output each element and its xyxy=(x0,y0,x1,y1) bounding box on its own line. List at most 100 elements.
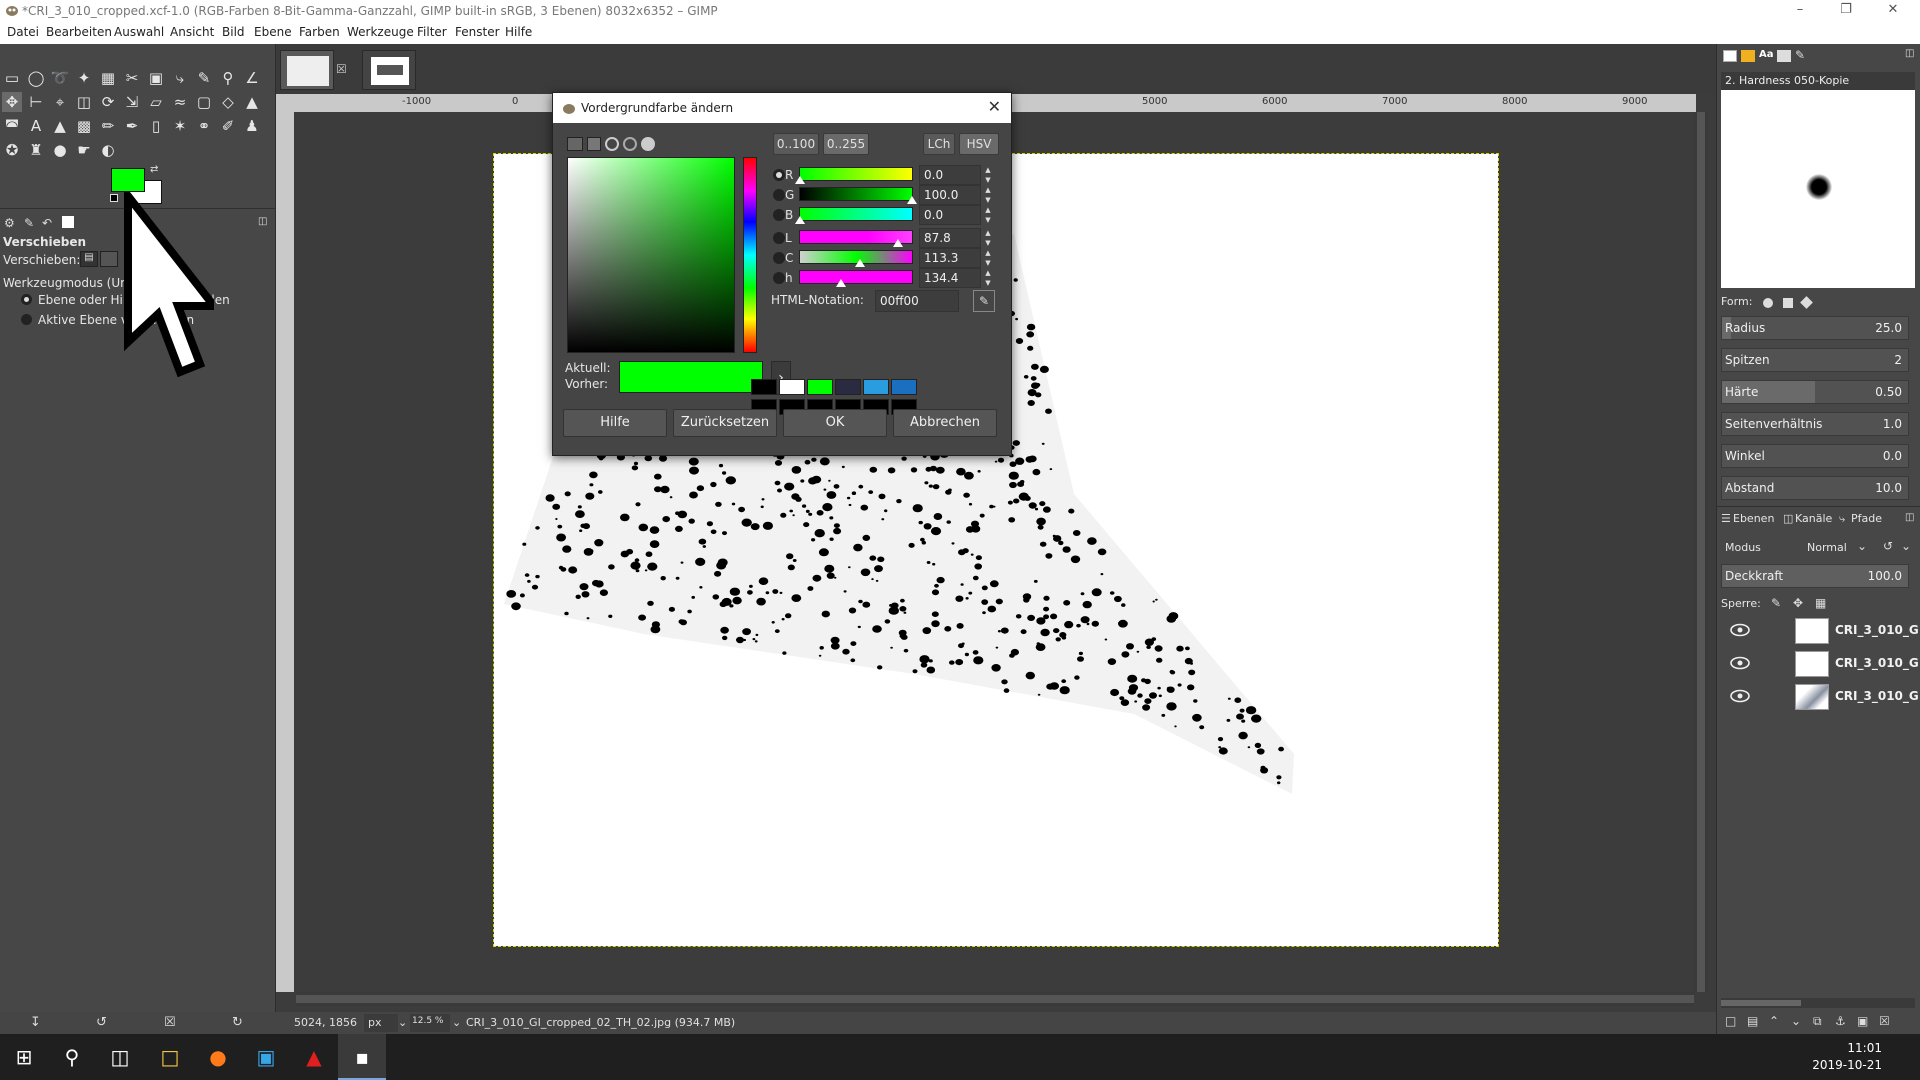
previous-color-preview[interactable] xyxy=(619,377,763,393)
bucket-fill-tool-icon[interactable]: ◚ xyxy=(2,116,22,136)
menu-bearbeiten[interactable]: Bearbeiten xyxy=(46,25,112,39)
perspective-tool-icon[interactable]: ▲ xyxy=(242,92,262,112)
menu-datei[interactable]: Datei xyxy=(7,25,39,39)
hardness-field[interactable]: Härte 0.50 xyxy=(1721,380,1909,404)
start-windows-icon[interactable]: ⊞ xyxy=(0,1034,48,1080)
mode-extra-chevron-icon[interactable]: ⌄ xyxy=(1901,539,1911,553)
radio-h[interactable] xyxy=(773,272,785,284)
history-swatch[interactable] xyxy=(751,379,777,395)
measure-tool-icon[interactable]: ∠ xyxy=(242,68,262,88)
cage-tool-icon[interactable]: ▢ xyxy=(194,92,214,112)
raise-layer-icon[interactable]: ⌃ xyxy=(1769,1014,1779,1028)
eyedropper-button-icon[interactable]: ✎ xyxy=(973,290,995,312)
ok-button[interactable]: OK xyxy=(783,409,887,437)
channel-bar[interactable] xyxy=(799,270,913,287)
saturation-value-picker[interactable] xyxy=(567,157,735,353)
html-notation-input[interactable]: 00ff00 xyxy=(875,290,959,312)
hue-strip[interactable] xyxy=(743,157,757,353)
dodge-burn-tool-icon[interactable]: ● xyxy=(50,140,70,160)
duplicate-layer-icon[interactable]: ⧉ xyxy=(1813,1014,1822,1029)
menu-auswahl[interactable]: Auswahl xyxy=(114,25,164,39)
foreground-color-swatch[interactable] xyxy=(111,168,145,192)
delete-options-icon[interactable]: ☒ xyxy=(164,1015,176,1030)
clone-tool-icon[interactable]: ⚭ xyxy=(194,116,214,136)
zoom-tool-icon[interactable]: ⚲ xyxy=(218,68,238,88)
range-0-100-button[interactable]: 0..100 xyxy=(773,133,819,155)
new-group-icon[interactable]: ▤ xyxy=(1747,1014,1758,1028)
lock-alpha-icon[interactable]: ▦ xyxy=(1815,596,1826,610)
slider-handle[interactable] xyxy=(795,216,805,224)
image-tab-2[interactable] xyxy=(362,50,416,90)
form-square-icon[interactable] xyxy=(1783,298,1793,308)
scissors-tool-icon[interactable]: ✂ xyxy=(122,68,142,88)
acrobat-icon[interactable]: ▲ xyxy=(290,1034,338,1080)
spin-arrows-icon[interactable]: ▲ ▼ xyxy=(983,268,993,288)
channel-value[interactable]: 134.4 xyxy=(919,268,981,288)
close-window-button[interactable]: ✕ xyxy=(1870,0,1916,22)
visibility-eye-icon[interactable] xyxy=(1729,655,1751,671)
restore-options-icon[interactable]: ↺ xyxy=(96,1015,107,1030)
smudge-tool-icon[interactable]: ☛ xyxy=(74,140,94,160)
visibility-eye-icon[interactable] xyxy=(1729,622,1751,638)
patterns-tab-icon[interactable] xyxy=(1741,50,1755,62)
app-icon[interactable]: ▣ xyxy=(242,1034,290,1080)
menu-hilfe[interactable]: Hilfe xyxy=(505,25,532,39)
lch-button[interactable]: LCh xyxy=(923,133,955,155)
move-selection-toggle[interactable] xyxy=(100,251,118,267)
eraser-tool-icon[interactable]: ▯ xyxy=(146,116,166,136)
radio-pick-layer[interactable] xyxy=(21,294,32,305)
scale-tool-icon[interactable]: ⇲ xyxy=(122,92,142,112)
range-0-255-button[interactable]: 0..255 xyxy=(823,133,869,155)
heal-tool-icon[interactable]: ✪ xyxy=(2,140,22,160)
spikes-field[interactable]: Spitzen 2 xyxy=(1721,348,1909,372)
dock-menu-icon[interactable]: ◫ xyxy=(258,216,267,227)
help-button[interactable]: Hilfe xyxy=(563,409,667,437)
gimp-selector-icon[interactable] xyxy=(567,137,583,151)
save-options-icon[interactable]: ↧ xyxy=(30,1015,41,1030)
radio-c[interactable] xyxy=(773,252,785,264)
slider-g[interactable]: G 100.0 ▲ ▼ xyxy=(773,185,1003,205)
color-select-tool-icon[interactable]: ▦ xyxy=(98,68,118,88)
tab-paths[interactable]: Pfade xyxy=(1851,512,1882,525)
vertical-scrollbar[interactable] xyxy=(1694,112,1708,992)
layers-dock-menu-icon[interactable]: ◫ xyxy=(1905,512,1914,523)
images-tab-icon[interactable] xyxy=(62,216,74,228)
rect-select-tool-icon[interactable]: ▭ xyxy=(2,68,22,88)
document-history-tab-icon[interactable] xyxy=(1777,50,1791,62)
slider-handle[interactable] xyxy=(893,239,904,247)
channel-bar[interactable] xyxy=(795,167,913,184)
paint-dynamics-tab-icon[interactable]: ✎ xyxy=(1795,48,1805,62)
device-status-tab-icon[interactable]: ✎ xyxy=(24,216,34,230)
slider-handle[interactable] xyxy=(795,176,805,184)
layer-row[interactable]: CRI_3_010_G xyxy=(1717,680,1920,712)
history-swatch[interactable] xyxy=(863,379,889,395)
channel-bar[interactable] xyxy=(799,250,913,267)
slider-handle[interactable] xyxy=(907,196,917,204)
horizontal-scrollbar[interactable] xyxy=(296,992,1694,1006)
history-swatch[interactable] xyxy=(891,379,917,395)
warp-tool-icon[interactable]: ≈ xyxy=(170,92,190,112)
opacity-field[interactable]: Deckkraft 100.0 xyxy=(1721,564,1909,588)
spin-arrows-icon[interactable]: ▲ ▼ xyxy=(983,165,993,185)
move-layer-toggle[interactable]: ▤ xyxy=(80,251,98,267)
spin-arrows-icon[interactable]: ▲ ▼ xyxy=(983,205,993,225)
paths-tool-icon[interactable]: ⤷ xyxy=(170,68,190,88)
align-tool-icon[interactable]: ⊢ xyxy=(26,92,46,112)
delete-layer-icon[interactable]: ☒ xyxy=(1879,1014,1890,1028)
radio-g[interactable] xyxy=(773,189,785,201)
layer-row[interactable]: CRI_3_010_G xyxy=(1717,614,1920,646)
spin-arrows-icon[interactable]: ▲ ▼ xyxy=(983,228,993,248)
undo-history-tab-icon[interactable]: ↶ xyxy=(42,216,52,230)
brushes-tab-icon[interactable] xyxy=(1723,50,1737,62)
rotate-tool-icon[interactable]: ⟳ xyxy=(98,92,118,112)
mode-reset-icon[interactable]: ↺ xyxy=(1883,539,1893,553)
tool-options-tab-icon[interactable]: ⚙ xyxy=(4,216,15,230)
ruler-corner[interactable] xyxy=(276,94,296,112)
hsv-button[interactable]: HSV xyxy=(959,133,999,155)
spin-arrows-icon[interactable]: ▲ ▼ xyxy=(983,248,993,268)
menu-farben[interactable]: Farben xyxy=(299,25,340,39)
channel-value[interactable]: 0.0 xyxy=(919,165,981,185)
handle-transform-tool-icon[interactable]: ◇ xyxy=(218,92,238,112)
channel-value[interactable]: 113.3 xyxy=(919,248,981,268)
channel-value[interactable]: 87.8 xyxy=(919,228,981,248)
